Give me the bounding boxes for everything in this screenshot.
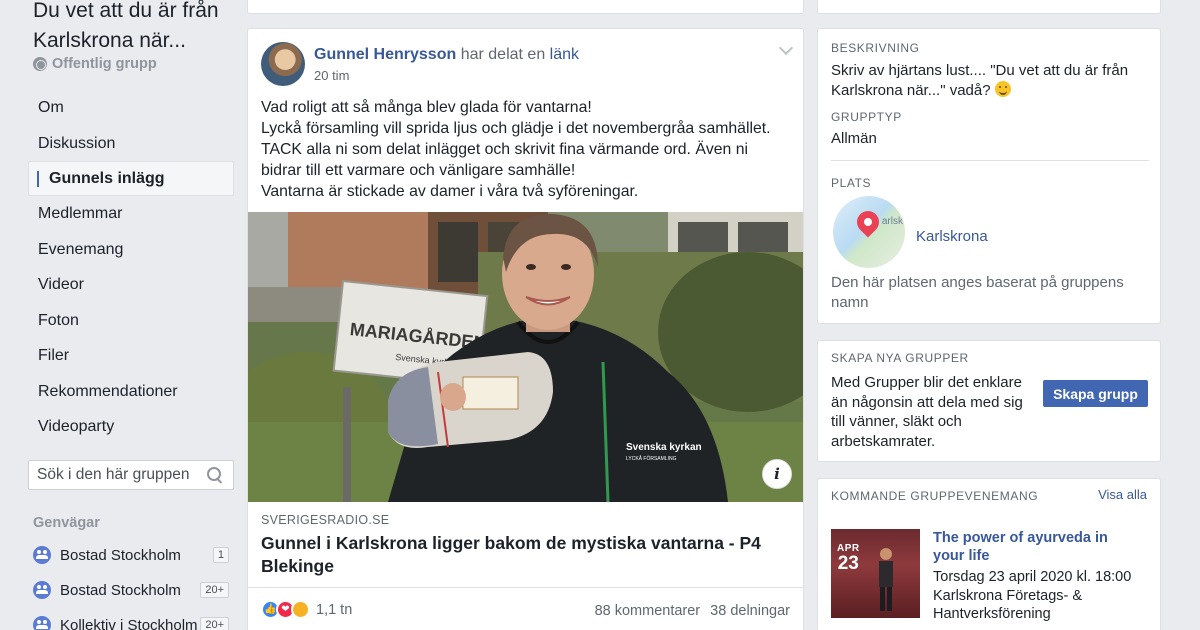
post-text-line: Vad roligt att så många blev glada för v…	[261, 99, 592, 116]
group-title[interactable]: Du vet att du är från Karlskrona när...	[33, 0, 243, 56]
create-group-button[interactable]: Skapa grupp	[1043, 380, 1148, 407]
nav-item-medlemmar[interactable]: Medlemmar	[28, 196, 234, 232]
globe-icon	[33, 57, 47, 71]
group-privacy-label: Offentlig grupp	[52, 56, 157, 72]
reactions-summary[interactable]: 👍 ❤ 1,1 tn	[261, 600, 352, 619]
nav-item-label: Gunnels inlägg	[49, 170, 165, 187]
link-domain: SVERIGESRADIO.SE	[261, 513, 390, 527]
group-privacy: Offentlig grupp	[33, 56, 157, 72]
description-body: Skriv av hjärtans lust.... "Du vet att d…	[831, 62, 1129, 99]
post-card: Gunnel Henrysson har delat en länk 20 ti…	[247, 28, 804, 630]
link-preview-image[interactable]: MARIAGÅRDEN Svenska kyrkan Svenska kyrka…	[248, 212, 803, 502]
see-all-link[interactable]: Visa alla	[1098, 487, 1147, 502]
reaction-count: 1,1 tn	[316, 601, 353, 618]
nav-item-videor[interactable]: Videor	[28, 267, 234, 303]
post-stats: 88 kommentarer 38 delningar	[589, 603, 790, 619]
event-date-badge: APR 23	[837, 543, 860, 573]
group-nav: Om Diskussion Gunnels inlägg Medlemmar E…	[28, 90, 234, 445]
about-card: BESKRIVNING Skriv av hjärtans lust.... "…	[817, 28, 1161, 324]
post-text-line: TACK alla ni som delat inlägget och skri…	[261, 141, 749, 158]
shortcut-count-badge: 1	[212, 547, 229, 563]
shortcut-item[interactable]: Bostad Stockholm 1	[33, 544, 229, 566]
post-text-line: bidrar till ett varmare och vänligare sa…	[261, 162, 576, 179]
smiley-emoji-icon	[994, 80, 1011, 97]
shortcuts-title: Genvägar	[33, 515, 100, 531]
nav-item-gunnels-inlagg[interactable]: Gunnels inlägg	[28, 161, 234, 196]
event-thumbnail[interactable]: APR 23	[831, 529, 920, 618]
post-header: Gunnel Henrysson har delat en länk	[314, 46, 579, 64]
post-action-text: har delat en	[460, 46, 546, 63]
previous-post-card	[247, 0, 804, 14]
map-thumbnail[interactable]: arlsk	[833, 196, 905, 268]
event-day: 23	[837, 553, 859, 574]
shortcut-count-badge: 20+	[200, 582, 229, 598]
nav-item-evenemang[interactable]: Evenemang	[28, 232, 234, 268]
nav-item-om[interactable]: Om	[28, 90, 234, 126]
shortcut-label: Bostad Stockholm	[60, 581, 181, 599]
group-type-label: GRUPPTYP	[831, 110, 902, 124]
upcoming-events-label: KOMMANDE GRUPPEVENEMANG	[831, 489, 1039, 503]
group-search-input[interactable]	[37, 466, 207, 484]
nav-item-filer[interactable]: Filer	[28, 338, 234, 374]
shortcut-count-badge: 20+	[200, 617, 229, 630]
comments-count-link[interactable]: 88 kommentarer	[595, 603, 701, 619]
nav-item-diskussion[interactable]: Diskussion	[28, 126, 234, 162]
group-search	[28, 460, 234, 490]
info-icon[interactable]: i	[762, 459, 792, 489]
event-datetime: Torsdag 23 april 2020 kl. 18:00	[933, 569, 1132, 585]
shortcut-item[interactable]: Kollektiv i Stockholm 20+	[33, 614, 229, 630]
post-text: Vad roligt att så många blev glada för v…	[261, 97, 791, 202]
group-icon	[33, 546, 51, 564]
post-action-link[interactable]: länk	[550, 46, 579, 63]
jacket-text: Svenska kyrkan	[626, 442, 702, 453]
event-host[interactable]: Karlskrona Företags- & Hantverksförening	[933, 587, 1148, 624]
post-text-line: Lyckå församling vill sprida ljus och gl…	[261, 120, 771, 137]
group-icon	[33, 616, 51, 630]
event-person-figure	[879, 548, 893, 611]
group-icon	[33, 581, 51, 599]
map-label: arlsk	[881, 216, 903, 227]
jacket-subtext: LYCKÅ FÖRSAMLING	[626, 455, 677, 462]
upcoming-events-card: KOMMANDE GRUPPEVENEMANG Visa alla APR 23…	[817, 478, 1161, 630]
map-pin-icon	[852, 206, 884, 238]
description-text: Skriv av hjärtans lust.... "Du vet att d…	[831, 61, 1149, 100]
shortcut-label: Kollektiv i Stockholm	[60, 616, 198, 630]
create-group-card: SKAPA NYA GRUPPER Med Grupper blir det e…	[817, 340, 1161, 462]
shares-count-link[interactable]: 38 delningar	[710, 603, 790, 619]
post-author-link[interactable]: Gunnel Henrysson	[314, 46, 456, 63]
search-icon[interactable]	[207, 467, 223, 483]
author-avatar[interactable]	[261, 42, 305, 86]
nav-item-foton[interactable]: Foton	[28, 303, 234, 339]
group-type-value: Allmän	[831, 130, 877, 147]
nav-item-rekommendationer[interactable]: Rekommendationer	[28, 374, 234, 410]
post-timestamp[interactable]: 20 tim	[314, 68, 349, 83]
event-meta: Torsdag 23 april 2020 kl. 18:00 Karlskro…	[933, 568, 1148, 624]
post-text-line: Vantarna är stickade av damer i våra två…	[261, 183, 639, 200]
event-title-link[interactable]: The power of ayurveda in your life	[933, 529, 1123, 565]
photo-illustration: MARIAGÅRDEN Svenska kyrkan Svenska kyrka…	[248, 212, 803, 502]
divider	[248, 587, 803, 588]
place-label: PLATS	[831, 176, 872, 190]
chevron-down-icon[interactable]	[778, 40, 794, 56]
divider	[831, 160, 1149, 161]
left-sidebar: Du vet att du är från Karlskrona när... …	[0, 0, 246, 630]
link-title[interactable]: Gunnel i Karlskrona ligger bakom de myst…	[261, 532, 791, 578]
description-label: BESKRIVNING	[831, 41, 920, 55]
place-link[interactable]: Karlskrona	[916, 228, 988, 245]
nav-item-videoparty[interactable]: Videoparty	[28, 409, 234, 445]
wow-reaction-icon	[291, 600, 310, 619]
shortcut-label: Bostad Stockholm	[60, 546, 181, 564]
place-note: Den här platsen anges baserat på gruppen…	[831, 274, 1124, 311]
top-card	[817, 0, 1161, 14]
shortcut-item[interactable]: Bostad Stockholm 20+	[33, 579, 229, 601]
create-group-text: Med Grupper blir det enklare än någonsin…	[831, 374, 1023, 450]
create-group-label: SKAPA NYA GRUPPER	[831, 351, 969, 365]
